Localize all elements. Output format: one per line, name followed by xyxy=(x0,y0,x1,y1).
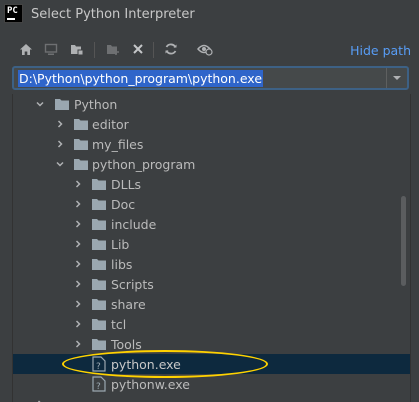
tree-item-label: python.exe xyxy=(111,357,181,372)
project-directory-button[interactable] xyxy=(67,40,87,58)
folder-icon xyxy=(92,219,106,230)
tree-item-label: tcl xyxy=(111,317,127,332)
chevron-right-icon[interactable] xyxy=(73,219,83,229)
chevron-right-icon[interactable] xyxy=(73,239,83,249)
tree-item-tools[interactable]: Tools xyxy=(13,334,410,354)
toolbar-separator xyxy=(94,42,95,58)
tree-item-label: Tools xyxy=(111,337,142,352)
unknown-file-icon: ? xyxy=(92,356,106,372)
folder-icon xyxy=(92,339,106,350)
project-folder-icon xyxy=(71,44,84,55)
refresh-button[interactable] xyxy=(161,40,181,58)
tree-item-label: Scripts xyxy=(111,277,154,292)
chevron-right-icon[interactable] xyxy=(73,299,83,309)
folder-icon xyxy=(92,319,106,330)
tree-item-dlls[interactable]: DLLs xyxy=(13,174,410,194)
file-tree[interactable]: Python editor my_files python_program DL… xyxy=(12,94,411,402)
chevron-right-icon[interactable] xyxy=(55,119,65,129)
path-input-selected-text[interactable]: D:\Python\python_program\python.exe xyxy=(18,70,264,87)
chevron-right-icon[interactable] xyxy=(73,279,83,289)
tree-item-label: python_program xyxy=(92,157,196,172)
vertical-scrollbar-thumb[interactable] xyxy=(401,196,406,286)
window-title: Select Python Interpreter xyxy=(31,7,195,22)
desktop-icon xyxy=(44,43,58,55)
tree-item-pythonw-exe[interactable]: ? pythonw.exe xyxy=(13,374,410,394)
chevron-down-icon xyxy=(393,76,401,80)
folder-icon xyxy=(74,139,88,150)
tree-item-lib[interactable]: Lib xyxy=(13,234,410,254)
folder-icon xyxy=(55,99,69,110)
tree-item-libs[interactable]: libs xyxy=(13,254,410,274)
folder-icon xyxy=(92,199,106,210)
close-icon xyxy=(133,44,143,54)
tree-item-label: include xyxy=(111,217,157,232)
svg-text:?: ? xyxy=(96,382,101,392)
chevron-right-icon[interactable] xyxy=(55,139,65,149)
tree-item-partial[interactable] xyxy=(13,394,410,402)
home-icon xyxy=(20,43,32,55)
tree-item-scripts[interactable]: Scripts xyxy=(13,274,410,294)
tree-item-include[interactable]: include xyxy=(13,214,410,234)
chevron-right-icon[interactable] xyxy=(73,259,83,269)
tree-item-label: pythonw.exe xyxy=(111,377,190,392)
toolbar-separator xyxy=(153,42,154,58)
svg-text:?: ? xyxy=(96,362,101,372)
chevron-right-icon[interactable] xyxy=(73,319,83,329)
tree-item-tcl[interactable]: tcl xyxy=(13,314,410,334)
delete-button[interactable] xyxy=(128,40,148,58)
tree-item-label: DLLs xyxy=(111,177,142,192)
tree-item-my-files[interactable]: my_files xyxy=(13,134,410,154)
tree-item-label: editor xyxy=(92,117,129,132)
path-combobox[interactable]: D:\Python\python_program\python.exe xyxy=(12,66,409,90)
tree-item-python-exe[interactable]: ? python.exe xyxy=(13,354,410,374)
tree-item-python[interactable]: Python xyxy=(13,94,410,114)
tree-item-python-program[interactable]: python_program xyxy=(13,154,410,174)
unknown-file-icon: ? xyxy=(92,376,106,392)
path-history-dropdown-button[interactable] xyxy=(386,68,407,88)
folder-icon xyxy=(74,119,88,130)
show-hidden-button[interactable] xyxy=(195,40,215,58)
home-directory-button[interactable] xyxy=(16,40,36,58)
tree-item-label: Doc xyxy=(111,197,136,212)
tree-item-share[interactable]: share xyxy=(13,294,410,314)
chevron-down-icon[interactable] xyxy=(35,99,45,109)
folder-icon xyxy=(92,299,106,310)
tree-item-label: my_files xyxy=(92,137,144,152)
desktop-button[interactable] xyxy=(41,40,61,58)
new-folder-button[interactable] xyxy=(103,40,123,58)
folder-icon xyxy=(92,259,106,270)
chevron-right-icon[interactable] xyxy=(73,339,83,349)
tree-item-label: Python xyxy=(74,97,118,112)
folder-icon xyxy=(74,159,88,170)
folder-icon xyxy=(92,179,106,190)
folder-icon xyxy=(92,279,106,290)
tree-item-label: libs xyxy=(111,257,133,272)
title-bar: PC Select Python Interpreter xyxy=(0,0,419,30)
hide-path-link[interactable]: Hide path xyxy=(350,43,411,58)
show-hidden-icon xyxy=(197,44,213,56)
toolbar: Hide path xyxy=(0,34,419,64)
tree-item-editor[interactable]: editor xyxy=(13,114,410,134)
chevron-right-icon[interactable] xyxy=(73,179,83,189)
refresh-icon xyxy=(165,43,177,55)
logo-text: PC xyxy=(7,6,18,16)
chevron-right-icon[interactable] xyxy=(73,199,83,209)
tree-item-label: Lib xyxy=(111,237,130,252)
folder-icon xyxy=(92,239,106,250)
tree-item-label: share xyxy=(111,297,146,312)
new-folder-icon xyxy=(107,44,119,55)
chevron-down-icon[interactable] xyxy=(55,159,65,169)
pycharm-logo-icon: PC xyxy=(4,4,23,23)
tree-item-doc[interactable]: Doc xyxy=(13,194,410,214)
